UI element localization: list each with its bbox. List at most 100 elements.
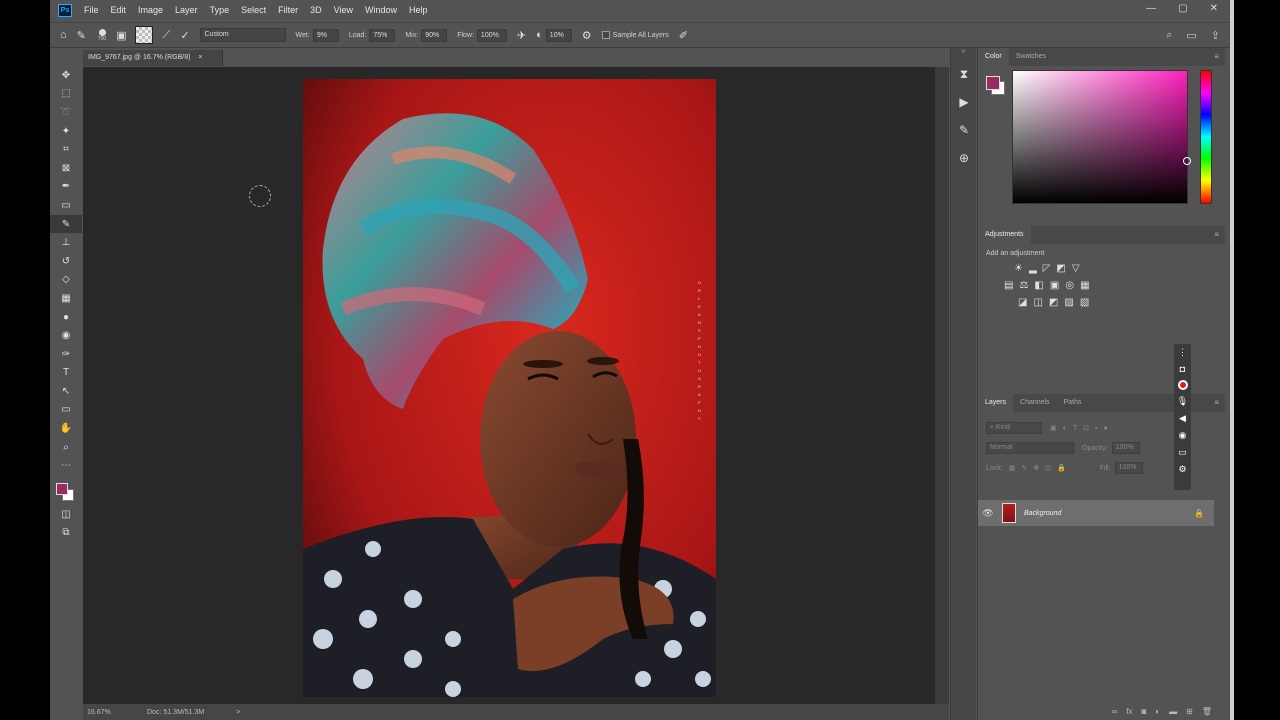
menu-type[interactable]: Type bbox=[210, 5, 230, 15]
close-document-icon[interactable]: × bbox=[198, 54, 202, 61]
rectangle-tool-icon[interactable]: ▭ bbox=[50, 401, 82, 420]
hand-tool-icon[interactable]: ✋ bbox=[50, 419, 82, 438]
tab-color[interactable]: Color bbox=[978, 48, 1009, 66]
blend-mode-select[interactable]: Normal bbox=[986, 442, 1074, 454]
clone-stamp-tool-icon[interactable]: ⊥ bbox=[50, 233, 82, 252]
new-group-icon[interactable]: ▬ bbox=[1169, 707, 1177, 716]
home-icon[interactable]: ⌂ bbox=[60, 29, 67, 41]
menu-file[interactable]: File bbox=[84, 5, 99, 15]
wet-field[interactable]: 9% bbox=[312, 28, 339, 42]
blend-preset-select[interactable]: Custom bbox=[199, 28, 286, 42]
menu-window[interactable]: Window bbox=[365, 5, 397, 15]
invert-icon[interactable]: ◪ bbox=[1018, 297, 1027, 308]
zoom-level[interactable]: 16.67% bbox=[87, 709, 131, 716]
camera-icon[interactable]: ◘ bbox=[1180, 363, 1185, 375]
recorder-menu-icon[interactable]: ⋮ bbox=[1178, 346, 1187, 358]
microphone-icon[interactable]: 🎙 bbox=[1177, 395, 1188, 407]
tab-adjustments[interactable]: Adjustments bbox=[978, 226, 1031, 244]
smoothing-icon[interactable]: ◐ bbox=[536, 29, 543, 41]
close-button[interactable]: ✕ bbox=[1210, 3, 1218, 14]
color-lookup-icon[interactable]: ▦ bbox=[1080, 280, 1089, 291]
maximize-button[interactable]: ▢ bbox=[1178, 3, 1187, 14]
healing-tool-icon[interactable]: ▭ bbox=[50, 196, 82, 215]
eyedropper-tool-icon[interactable]: ✒ bbox=[50, 178, 82, 197]
menu-view[interactable]: View bbox=[334, 5, 353, 15]
selective-color-icon[interactable]: ▧ bbox=[1080, 297, 1089, 308]
screen-mode-icon[interactable]: ⧉ bbox=[50, 524, 82, 543]
zoom-tool-icon[interactable]: ⌕ bbox=[50, 438, 82, 457]
minimize-button[interactable]: — bbox=[1146, 3, 1156, 14]
kind-filter-select[interactable]: ⌕ Kind bbox=[986, 422, 1042, 434]
mixer-brush-tool-icon[interactable]: ✎ bbox=[77, 29, 86, 42]
panel-foreground-swatch[interactable] bbox=[986, 76, 1000, 90]
record-button[interactable] bbox=[1177, 380, 1188, 390]
share-icon[interactable]: ⇪ bbox=[1211, 29, 1220, 42]
photo-filter-icon[interactable]: ▣ bbox=[1050, 280, 1059, 291]
mix-field[interactable]: 90% bbox=[421, 28, 448, 42]
adjustments-panel-menu-icon[interactable]: ≡ bbox=[1214, 230, 1219, 239]
hue-slider[interactable] bbox=[1200, 70, 1212, 204]
menu-layer[interactable]: Layer bbox=[175, 5, 198, 15]
color-field[interactable] bbox=[1012, 70, 1191, 204]
black-white-icon[interactable]: ◧ bbox=[1034, 280, 1043, 291]
quick-mask-icon[interactable]: ◫ bbox=[50, 505, 82, 524]
load-swatch[interactable] bbox=[134, 26, 153, 44]
link-layers-icon[interactable]: ∞ bbox=[1112, 707, 1118, 716]
eraser-tool-icon[interactable]: ◇ bbox=[50, 271, 82, 290]
brush-tool-icon[interactable]: ✎ bbox=[50, 214, 82, 234]
marquee-tool-icon[interactable]: ⬚ bbox=[50, 85, 82, 104]
new-layer-icon[interactable]: ⊞ bbox=[1186, 707, 1193, 716]
quick-select-tool-icon[interactable]: ✦ bbox=[50, 122, 82, 141]
foreground-color-swatch[interactable] bbox=[56, 483, 68, 496]
search-icon[interactable]: ⌕ bbox=[1166, 29, 1172, 42]
crop-tool-icon[interactable]: ⌗ bbox=[50, 140, 82, 159]
levels-icon[interactable]: ▂ bbox=[1029, 263, 1037, 274]
color-picker-handle[interactable] bbox=[1183, 157, 1191, 165]
layer-row-background[interactable]: 👁 Background 🔒 bbox=[978, 500, 1214, 526]
webcam-icon[interactable]: ◉ bbox=[1179, 429, 1187, 441]
actions-panel-icon[interactable]: ▶ bbox=[951, 88, 977, 116]
status-menu-arrow-icon[interactable]: > bbox=[236, 709, 240, 716]
tab-layers[interactable]: Layers bbox=[978, 394, 1014, 412]
visibility-eye-icon[interactable]: 👁 bbox=[978, 508, 998, 519]
menu-image[interactable]: Image bbox=[138, 5, 163, 15]
brightness-contrast-icon[interactable]: ☀ bbox=[1014, 263, 1023, 274]
pressure-icon[interactable]: ✐ bbox=[679, 29, 688, 42]
lock-icons[interactable]: ▦✎✥⊡🔒 bbox=[1009, 464, 1072, 472]
history-panel-icon[interactable]: ⧗ bbox=[951, 60, 977, 88]
tab-swatches[interactable]: Swatches bbox=[1009, 48, 1053, 66]
add-mask-icon[interactable]: ◙ bbox=[1141, 707, 1146, 716]
dodge-tool-icon[interactable]: ◉ bbox=[50, 326, 82, 345]
layers-panel-menu-icon[interactable]: ≡ bbox=[1214, 398, 1219, 407]
lasso-tool-icon[interactable]: ➰ bbox=[50, 103, 82, 122]
sample-all-layers-checkbox[interactable] bbox=[601, 31, 610, 39]
hue-saturation-icon[interactable]: ▤ bbox=[1004, 280, 1013, 291]
move-tool-icon[interactable]: ✥ bbox=[50, 66, 82, 85]
menu-filter[interactable]: Filter bbox=[278, 5, 298, 15]
menu-help[interactable]: Help bbox=[409, 5, 428, 15]
posterize-icon[interactable]: ◫ bbox=[1033, 297, 1042, 308]
vibrance-icon[interactable]: ▽ bbox=[1072, 263, 1080, 274]
color-swatches[interactable] bbox=[50, 475, 82, 505]
menu-3d[interactable]: 3D bbox=[310, 5, 322, 15]
tab-paths[interactable]: Paths bbox=[1057, 394, 1089, 412]
fill-field[interactable]: 100% bbox=[1114, 462, 1143, 474]
gradient-map-icon[interactable]: ▨ bbox=[1064, 297, 1073, 308]
settings-gear-icon[interactable]: ⚙ bbox=[1178, 463, 1186, 475]
channel-mixer-icon[interactable]: ◎ bbox=[1065, 280, 1074, 291]
menu-select[interactable]: Select bbox=[241, 5, 266, 15]
vertical-scrollbar[interactable] bbox=[935, 67, 949, 704]
menu-edit[interactable]: Edit bbox=[111, 5, 127, 15]
pen-tool-icon[interactable]: ✑ bbox=[50, 345, 82, 364]
gradient-tool-icon[interactable]: ▦ bbox=[50, 289, 82, 308]
load-brush-icon[interactable]: ⟋ bbox=[163, 29, 171, 42]
curves-icon[interactable]: ◸ bbox=[1043, 263, 1051, 274]
opacity-field[interactable]: 100% bbox=[1111, 442, 1140, 454]
type-tool-icon[interactable]: T bbox=[50, 364, 82, 383]
frame-tool-icon[interactable]: ⊠ bbox=[50, 159, 82, 178]
screen-icon[interactable]: ▭ bbox=[1178, 446, 1187, 458]
flow-field[interactable]: 100% bbox=[476, 28, 507, 42]
load-field[interactable]: 75% bbox=[369, 28, 396, 42]
path-select-tool-icon[interactable]: ↖ bbox=[50, 382, 82, 401]
history-brush-tool-icon[interactable]: ↺ bbox=[50, 252, 82, 271]
